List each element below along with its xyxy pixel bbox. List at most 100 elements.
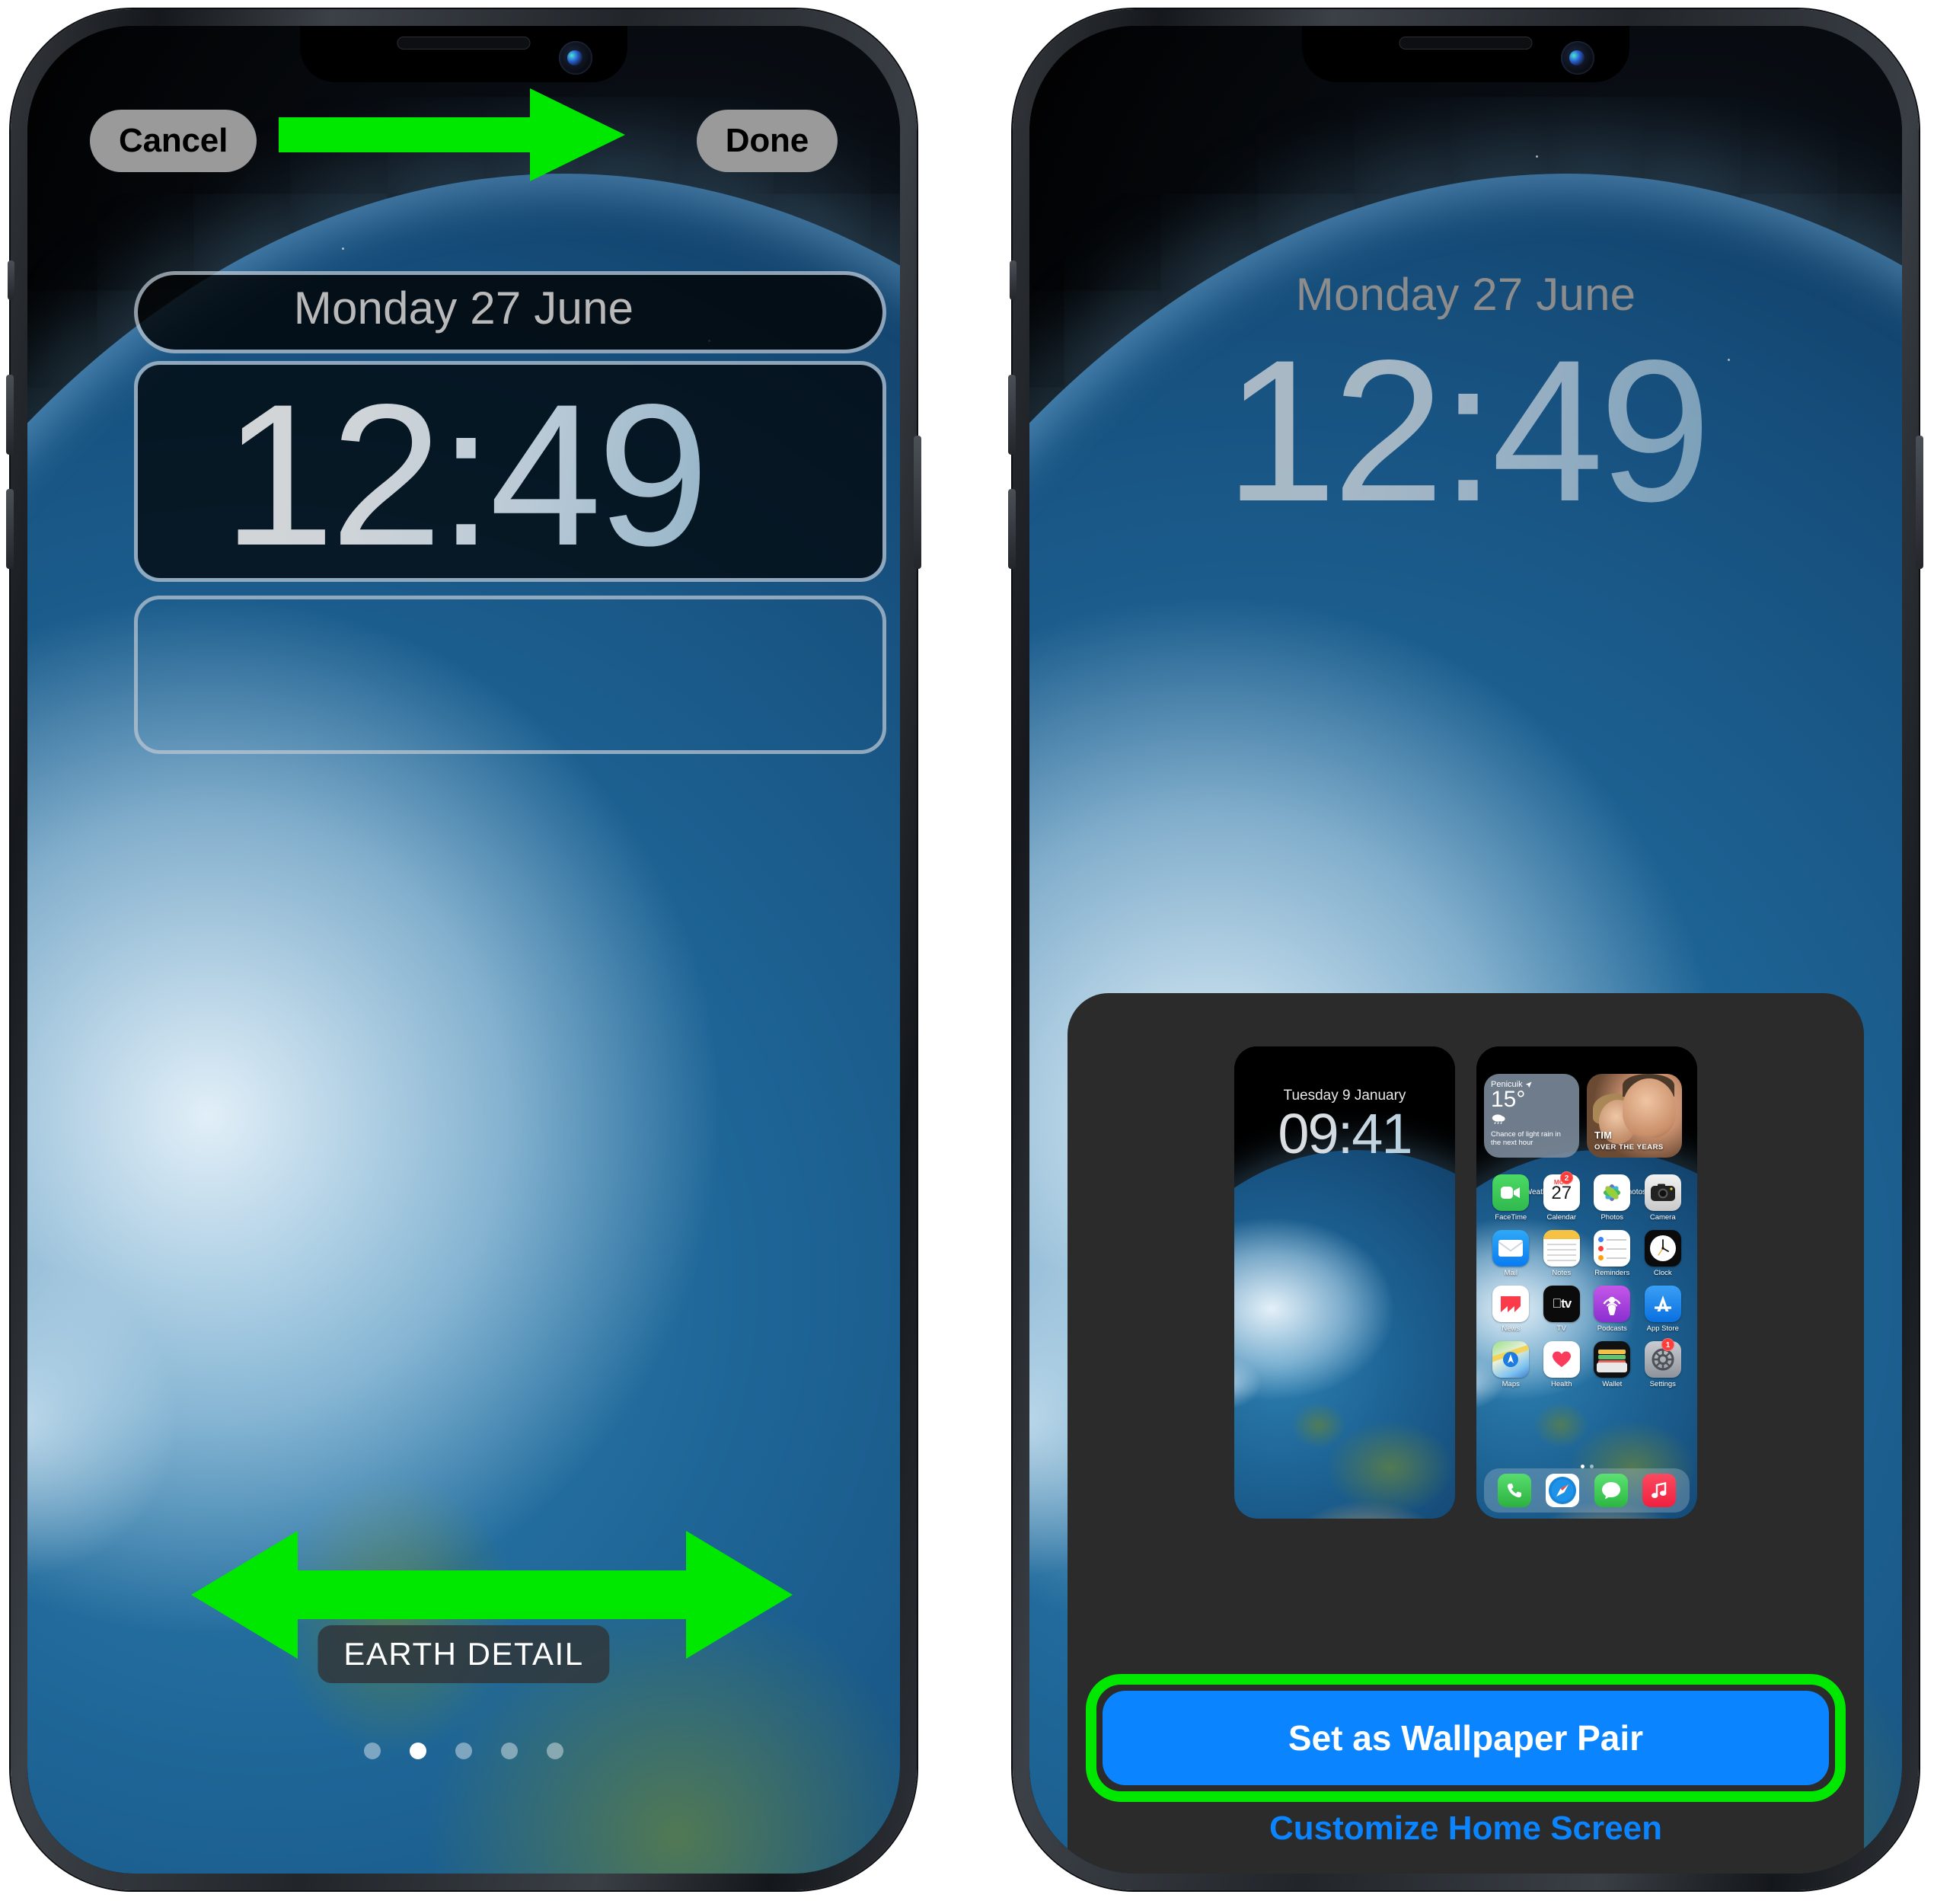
notes-icon [1543,1230,1580,1267]
page-dot[interactable] [455,1743,472,1759]
app-label: Maps [1502,1380,1520,1388]
camera-icon [1644,1174,1681,1211]
primary-action-wrap: Set as Wallpaper Pair [1103,1691,1829,1785]
home-screen-preview[interactable]: Penicuik 15° Chance of light rain in the… [1476,1046,1697,1519]
tv-icon: tv [1543,1286,1580,1322]
power-button[interactable] [1916,436,1923,569]
app-label: News [1502,1324,1521,1333]
photo-person-face [1623,1078,1676,1138]
facetime-icon [1492,1174,1530,1211]
page-dot-active[interactable] [410,1743,426,1759]
empty-widget-slot-outline[interactable] [134,596,886,754]
preview-earth-globe [1234,1150,1455,1519]
photos-icon [1594,1174,1631,1211]
news-icon [1492,1286,1530,1322]
app-icon-calendar[interactable]: 2 MON 27 Calendar [1537,1171,1588,1222]
preview-lock-time: 09:41 [1234,1106,1455,1162]
app-icon-photos[interactable]: Photos [1587,1174,1638,1222]
cloud-rain-icon [1491,1113,1572,1128]
screen-left: Monday 27 June 12:49 EARTH DETAIL Cancel… [27,26,900,1874]
weather-description: Chance of light rain in the next hour [1491,1129,1561,1147]
app-label: Calendar [1546,1213,1577,1222]
lock-screen-preview[interactable]: Tuesday 9 January 09:41 [1234,1046,1455,1519]
home-app-grid: FaceTime 2 MON 27 Calendar [1486,1171,1689,1388]
set-as-wallpaper-pair-button[interactable]: Set as Wallpaper Pair [1103,1691,1829,1785]
podcasts-icon [1594,1286,1631,1322]
home-widgets-row: Penicuik 15° Chance of light rain in the… [1484,1074,1690,1196]
app-icon-clock[interactable]: Clock [1638,1230,1689,1277]
app-icon-mail[interactable]: Mail [1486,1230,1537,1277]
app-label: Photos [1600,1213,1624,1222]
notch [300,26,627,82]
messages-icon[interactable] [1594,1474,1628,1507]
location-arrow-icon [1525,1081,1532,1088]
lock-date-right: Monday 27 June [1295,269,1636,320]
notch [1302,26,1629,82]
clock-icon [1644,1230,1681,1267]
photos-widget-title: TIM [1594,1129,1613,1141]
app-icon-facetime[interactable]: FaceTime [1486,1174,1537,1222]
done-button[interactable]: Done [696,110,838,172]
earpiece-speaker [1399,37,1533,50]
page-dot[interactable] [547,1743,563,1759]
page-dot[interactable] [501,1743,518,1759]
front-camera-icon [1561,41,1594,75]
app-label: Notes [1552,1269,1572,1277]
phone-left-lock-screen-editor: Monday 27 June 12:49 EARTH DETAIL Cancel… [6,9,921,1890]
lock-date-left: Monday 27 June [293,283,634,334]
safari-icon[interactable] [1546,1474,1580,1507]
app-icon-reminders[interactable]: Reminders [1587,1230,1638,1277]
volume-down-button[interactable] [6,489,14,569]
app-label: FaceTime [1495,1213,1527,1222]
silent-switch[interactable] [8,260,14,300]
app-icon-tv[interactable]: tv TV [1537,1286,1588,1333]
volume-up-button[interactable] [1008,375,1016,455]
phone-icon[interactable] [1497,1474,1531,1507]
customize-home-screen-link[interactable]: Customize Home Screen [1068,1810,1864,1848]
screenshot-root: Monday 27 June 12:49 EARTH DETAIL Cancel… [0,0,1934,1904]
badge-count: 2 [1560,1171,1573,1184]
maps-icon [1492,1341,1530,1378]
wallpaper-name-chip: EARTH DETAIL [318,1625,610,1683]
app-label: Mail [1504,1269,1518,1277]
app-label: Camera [1649,1213,1676,1222]
photos-widget[interactable]: TIM OVER THE YEARS [1587,1074,1682,1158]
star [1535,155,1538,158]
silent-switch[interactable] [1010,260,1016,300]
badge-count: 1 [1661,1338,1674,1351]
home-dock [1484,1468,1690,1513]
weather-widget[interactable]: Penicuik 15° Chance of light rain in the… [1484,1074,1579,1158]
star [341,248,344,251]
app-icon-podcasts[interactable]: Podcasts [1587,1286,1638,1333]
power-button[interactable] [914,436,921,569]
photos-widget-subtitle: OVER THE YEARS [1594,1143,1664,1152]
app-label: App Store [1646,1324,1679,1333]
volume-down-button[interactable] [1008,489,1016,569]
app-icon-notes[interactable]: Notes [1537,1230,1588,1277]
weather-temperature: 15° [1491,1087,1526,1112]
earpiece-speaker [397,37,531,50]
volume-up-button[interactable] [6,375,14,455]
page-dot[interactable] [364,1743,381,1759]
app-icon-maps[interactable]: Maps [1486,1341,1537,1388]
cancel-button[interactable]: Cancel [90,110,257,172]
phone-right-wallpaper-pair: Monday 27 June 12:49 Tuesday 9 January 0… [1008,9,1923,1890]
wallpaper-previews: Tuesday 9 January 09:41 Penicuik 15° Cha… [1068,1046,1864,1519]
screen-right: Monday 27 June 12:49 Tuesday 9 January 0… [1029,26,1902,1874]
appstore-icon [1644,1286,1681,1322]
wallpaper-pair-sheet: Tuesday 9 January 09:41 Penicuik 15° Cha… [1068,993,1864,1874]
app-icon-appstore[interactable]: App Store [1638,1286,1689,1333]
app-icon-camera[interactable]: Camera [1638,1174,1689,1222]
calendar-day-number: 27 [1551,1183,1572,1203]
app-label: Health [1551,1380,1572,1388]
mail-icon [1492,1230,1530,1267]
app-label: Wallet [1602,1380,1623,1388]
reminders-icon [1594,1230,1631,1267]
wallpaper-page-dots[interactable] [364,1743,563,1759]
app-icon-settings[interactable]: 1 Settings [1638,1338,1689,1388]
app-icon-health[interactable]: Health [1537,1341,1588,1388]
star [515,136,519,139]
music-icon[interactable] [1642,1474,1677,1507]
app-icon-wallet[interactable]: Wallet [1587,1341,1638,1388]
app-icon-news[interactable]: News [1486,1286,1537,1333]
